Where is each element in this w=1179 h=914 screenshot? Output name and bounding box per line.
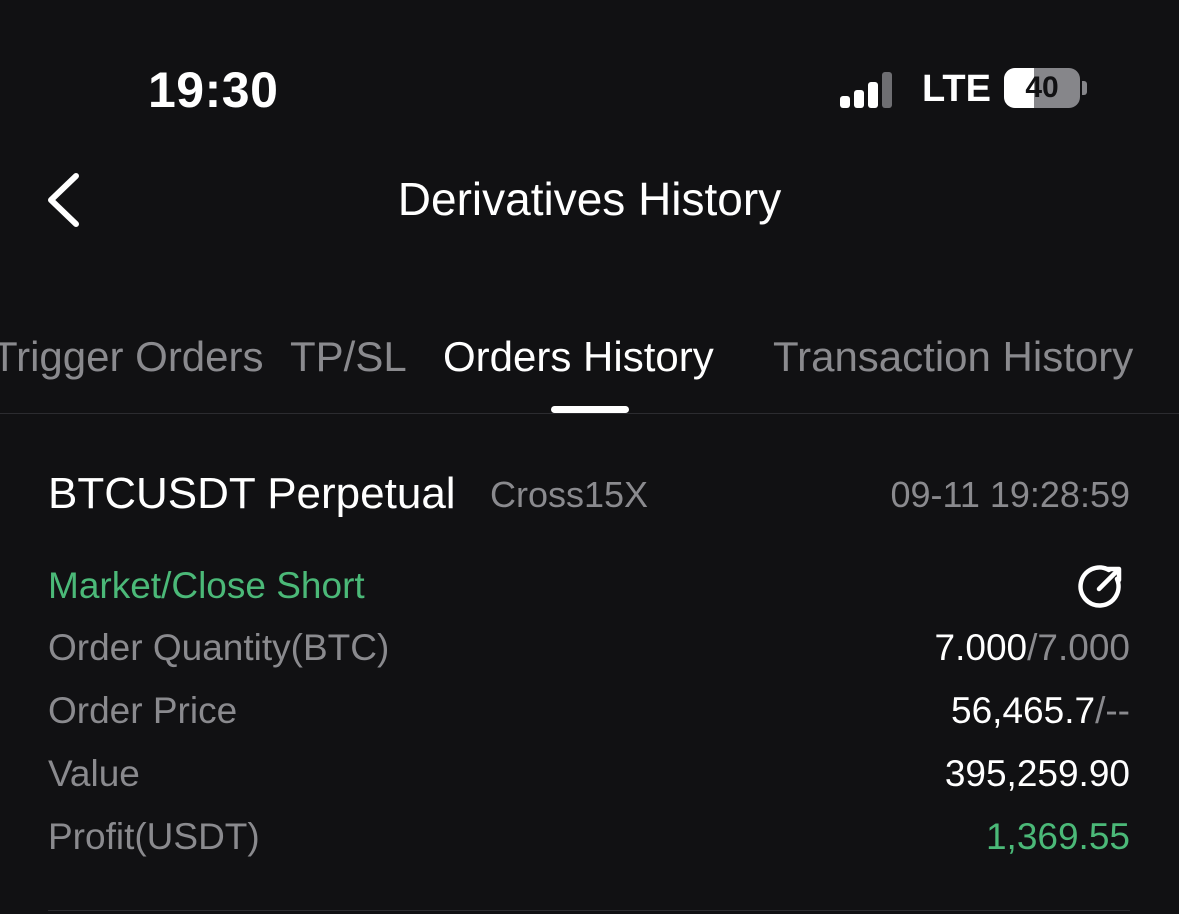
order-leverage: Cross15X	[490, 474, 649, 515]
signal-bar-3	[868, 82, 878, 108]
order-price-label: Order Price	[48, 690, 238, 731]
order-quantity-value: 7.000/7.000	[935, 622, 1130, 674]
network-type: LTE	[922, 68, 991, 110]
order-profit-value: 1,369.55	[985, 816, 1130, 857]
tab-transaction-history[interactable]: Transaction History	[773, 326, 1133, 388]
order-value-value: 395,259.90	[944, 753, 1130, 794]
active-tab-indicator	[551, 406, 629, 413]
page-title: Derivatives History	[397, 173, 782, 225]
order-quantity-label: Order Quantity(BTC)	[48, 627, 390, 668]
signal-bar-1	[840, 96, 850, 108]
share-arrow-icon	[1078, 565, 1122, 608]
tab-tp-sl[interactable]: TP/SL	[290, 326, 407, 388]
card-divider	[48, 910, 1130, 911]
battery-tip	[1082, 81, 1087, 95]
order-value-label: Value	[48, 753, 140, 794]
order-price-value: 56,465.7/--	[951, 685, 1130, 737]
tab-trigger-orders[interactable]: Trigger Orders	[0, 326, 264, 388]
order-profit-label: Profit(USDT)	[48, 816, 260, 857]
order-price-limit: /--	[1095, 690, 1130, 731]
status-bar-time: 19:30	[148, 62, 279, 118]
cellular-signal-icon	[840, 70, 900, 108]
tab-orders-history[interactable]: Orders History	[443, 326, 714, 388]
order-quantity-filled: 7.000	[934, 627, 1028, 668]
order-price-filled: 56,465.7	[951, 690, 1096, 731]
battery-icon: 40	[1004, 68, 1080, 108]
signal-bar-4	[882, 72, 892, 108]
order-type: Market/Close Short	[48, 565, 365, 606]
order-timestamp: 09-11 19:28:59	[890, 474, 1130, 515]
tabs-divider	[0, 413, 1179, 414]
history-tabs: Trigger Orders TP/SL Orders History Tran…	[0, 326, 1179, 414]
battery-level: 40	[1025, 71, 1059, 104]
order-symbol: BTCUSDT Perpetual	[48, 469, 456, 518]
signal-bar-2	[854, 90, 864, 108]
order-quantity-total: /7.000	[1027, 627, 1130, 668]
share-button[interactable]	[1073, 559, 1129, 615]
